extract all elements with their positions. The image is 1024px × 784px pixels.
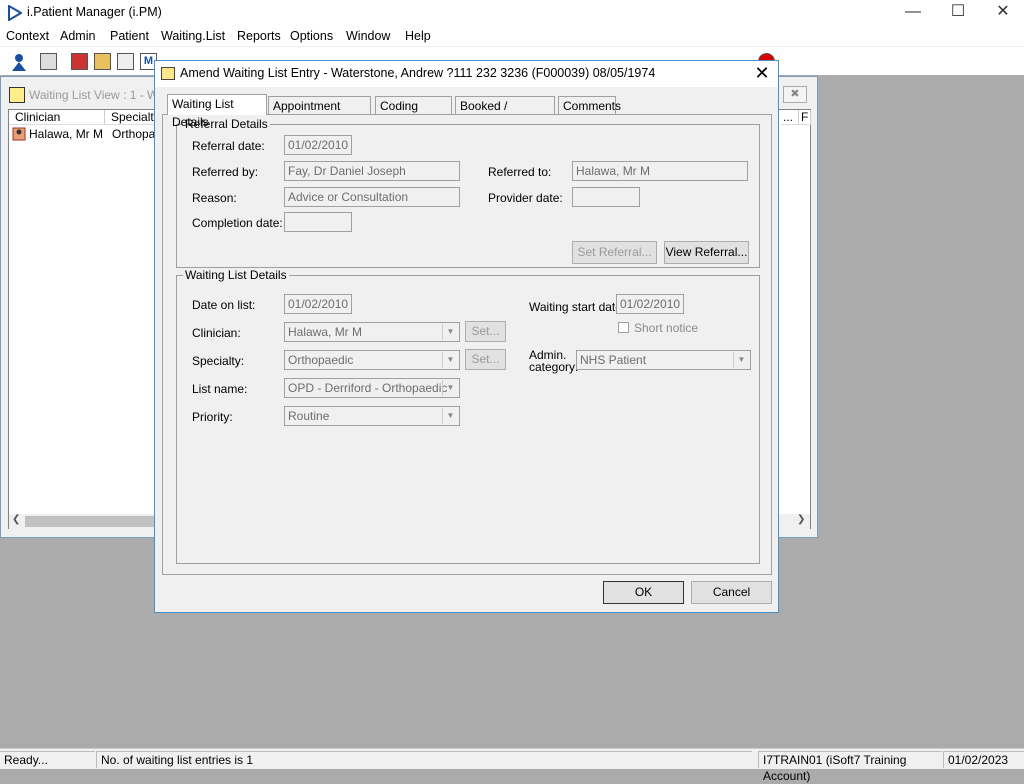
referred-to-label: Referred to: [488, 165, 552, 179]
short-notice-checkbox[interactable] [618, 322, 629, 333]
referral-details-group: Referral Details Referral date: 01/02/20… [176, 117, 760, 268]
tab-comments[interactable]: Comments [558, 96, 621, 114]
reason-field: Advice or Consultation [284, 187, 460, 207]
scroll-thumb[interactable] [25, 516, 155, 527]
clinician-icon [12, 127, 26, 141]
completion-date-label: Completion date: [192, 216, 283, 230]
provider-date-label: Provider date: [488, 191, 563, 205]
date-on-list-label: Date on list: [192, 298, 256, 312]
admin-category-label: Admin. category: [529, 348, 579, 374]
chevron-down-icon[interactable]: ▼ [733, 352, 749, 368]
user-icon[interactable] [9, 52, 29, 72]
set-referral-button[interactable]: Set Referral... [572, 241, 657, 264]
column-header-more[interactable]: ... [781, 110, 799, 125]
tab-booked-suspend[interactable]: Booked / Suspend [455, 96, 555, 131]
clinician-value: Halawa, Mr M [288, 325, 363, 339]
status-bar: Ready... No. of waiting list entries is … [0, 748, 1024, 783]
status-entries: No. of waiting list entries is 1 [96, 751, 752, 768]
tab-panel: Referral Details Referral date: 01/02/20… [162, 114, 772, 575]
priority-select[interactable]: Routine ▼ [284, 406, 460, 426]
printer-icon[interactable] [40, 53, 57, 70]
menu-patient[interactable]: Patient [110, 29, 149, 43]
folder-icon[interactable] [94, 53, 111, 70]
note-icon [161, 67, 175, 80]
priority-label: Priority: [192, 410, 233, 424]
short-notice-label: Short notice [634, 321, 699, 335]
column-header-f[interactable]: F [799, 110, 811, 125]
referred-by-label: Referred by: [192, 165, 259, 179]
provider-date-field [572, 187, 640, 207]
menu-bar: Context Admin Patient Waiting.List Repor… [0, 26, 1024, 46]
menu-context[interactable]: Context [6, 29, 49, 43]
status-account: I7TRAIN01 (iSoft7 Training Account) [758, 751, 942, 783]
column-header-clinician[interactable]: Clinician [9, 110, 105, 125]
specialty-label: Specialty: [192, 354, 245, 368]
cancel-button[interactable]: Cancel [691, 581, 772, 604]
referral-date-label: Referral date: [192, 139, 265, 153]
date-on-list-field: 01/02/2010 [284, 294, 352, 314]
menu-window[interactable]: Window [346, 29, 390, 43]
scroll-right-icon[interactable]: ❯ [797, 514, 805, 525]
specialty-value: Orthopaedic [288, 353, 354, 367]
chevron-down-icon[interactable]: ▼ [442, 408, 458, 424]
admin-category-value: NHS Patient [580, 353, 647, 367]
list-name-label: List name: [192, 382, 248, 396]
maximize-button[interactable]: ☐ [935, 0, 981, 26]
menu-waiting-list[interactable]: Waiting.List [161, 29, 225, 43]
wl-close-button[interactable]: ✖ [783, 86, 807, 103]
referred-to-field: Halawa, Mr M [572, 161, 748, 181]
status-date: 01/02/2023 [943, 751, 1024, 768]
menu-options[interactable]: Options [290, 29, 333, 43]
menu-help[interactable]: Help [405, 29, 431, 43]
specialty-select[interactable]: Orthopaedic ▼ [284, 350, 460, 370]
ok-button[interactable]: OK [603, 581, 684, 604]
list-window-icon [9, 87, 25, 103]
menu-reports[interactable]: Reports [237, 29, 281, 43]
dialog-title: Amend Waiting List Entry - Waterstone, A… [180, 66, 656, 80]
referred-by-field: Fay, Dr Daniel Joseph [284, 161, 460, 181]
referral-date-field: 01/02/2010 [284, 135, 352, 155]
document-icon[interactable] [117, 53, 134, 70]
clinician-label: Clinician: [192, 326, 241, 340]
chevron-down-icon[interactable]: ▼ [442, 324, 458, 340]
waiting-list-details-title: Waiting List Details [183, 268, 289, 282]
admin-category-select[interactable]: NHS Patient ▼ [576, 350, 751, 370]
waiting-list-details-group: Waiting List Details Date on list: 01/02… [176, 268, 760, 564]
close-button[interactable]: ✕ [980, 0, 1024, 26]
waiting-start-date-field: 01/02/2010 [616, 294, 684, 314]
app-title: i.Patient Manager (i.PM) [27, 5, 162, 19]
view-referral-button[interactable]: View Referral... [664, 241, 749, 264]
list-name-value: OPD - Derriford - Orthopaedic [288, 381, 448, 395]
amend-waiting-list-dialog: Amend Waiting List Entry - Waterstone, A… [154, 60, 779, 613]
tab-appointment-details[interactable]: Appointment Details [268, 96, 371, 131]
waiting-list-view-title: Waiting List View : 1 - W [29, 88, 159, 102]
app-title-bar: i.Patient Manager (i.PM) — ☐ ✕ [0, 0, 1024, 26]
tab-waiting-list-details[interactable]: Waiting List Details [167, 94, 267, 129]
scroll-left-icon[interactable]: ❮ [12, 514, 20, 525]
row-clinician: Halawa, Mr M [29, 127, 104, 141]
list-name-select[interactable]: OPD - Derriford - Orthopaedic ▼ [284, 378, 460, 398]
clinician-select[interactable]: Halawa, Mr M ▼ [284, 322, 460, 342]
menu-admin[interactable]: Admin [60, 29, 95, 43]
dialog-close-button[interactable]: ✕ [751, 63, 773, 84]
minimize-button[interactable]: — [890, 0, 936, 26]
tab-coding-details[interactable]: Coding Details [375, 96, 452, 131]
dialog-title-bar: Amend Waiting List Entry - Waterstone, A… [155, 61, 778, 87]
chevron-down-icon[interactable]: ▼ [442, 380, 458, 396]
status-ready: Ready... [0, 751, 95, 768]
app-logo-icon [8, 5, 22, 21]
reason-label: Reason: [192, 191, 237, 205]
completion-date-field [284, 212, 352, 232]
priority-value: Routine [288, 409, 330, 423]
waiting-start-date-label: Waiting start date: [529, 300, 626, 314]
set-specialty-button[interactable]: Set... [465, 349, 506, 370]
set-clinician-button[interactable]: Set... [465, 321, 506, 342]
book-icon[interactable] [71, 53, 88, 70]
chevron-down-icon[interactable]: ▼ [442, 352, 458, 368]
